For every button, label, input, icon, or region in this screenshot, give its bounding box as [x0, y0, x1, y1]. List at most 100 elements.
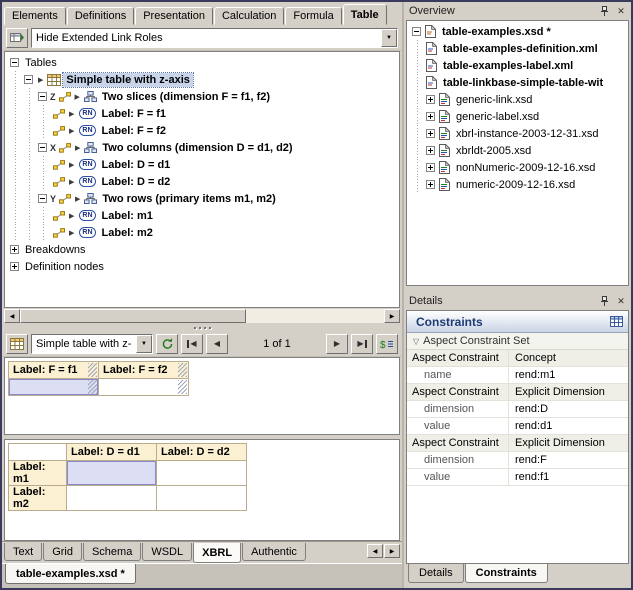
- z-header-f1[interactable]: Label: F = f1: [9, 362, 99, 379]
- hatch-pattern: [178, 380, 187, 394]
- scrollbar-track[interactable]: [20, 309, 384, 323]
- view-tab-wsdl[interactable]: WSDL: [142, 543, 192, 561]
- relationship-icon: [59, 143, 71, 153]
- tree-item-y-label-m2[interactable]: ▶ RN Label: m2: [5, 224, 399, 241]
- tree-item-y-breakdown[interactable]: Y ▶ Two rows (primary items m1, m2): [5, 190, 399, 207]
- pane-splitter[interactable]: [2, 324, 402, 331]
- table-select-dropdown[interactable]: Simple table with z- ▼: [31, 334, 153, 354]
- tree-item-tables[interactable]: Tables: [5, 54, 399, 71]
- tab-scroll-left-icon[interactable]: ◀: [367, 544, 383, 558]
- collapse-icon[interactable]: [10, 58, 19, 67]
- grid-icon[interactable]: [610, 316, 623, 327]
- z-cell-f1-selected[interactable]: [9, 379, 99, 396]
- tab-calculation[interactable]: Calculation: [214, 7, 284, 25]
- tree-item-x-label-d1[interactable]: ▶ RN Label: D = d1: [5, 156, 399, 173]
- overview-item-generic-label[interactable]: generic-label.xsd: [407, 108, 628, 125]
- view-tab-authentic[interactable]: Authentic: [242, 543, 306, 561]
- tree-item-definition-nodes[interactable]: Definition nodes: [5, 258, 399, 275]
- view-tab-text[interactable]: Text: [4, 543, 42, 561]
- tab-table[interactable]: Table: [343, 4, 387, 25]
- pin-icon[interactable]: [597, 5, 611, 18]
- scroll-right-icon[interactable]: ▶: [384, 309, 400, 323]
- aspect-constraint-set-group[interactable]: ▽ Aspect Constraint Set: [407, 333, 628, 350]
- tree-item-x-breakdown[interactable]: X ▶ Two columns (dimension D = d1, d2): [5, 139, 399, 156]
- overview-item-xbrldt[interactable]: xbrldt-2005.xsd: [407, 142, 628, 159]
- constraint-value: rend:d1: [509, 418, 628, 434]
- cell-m2-d2[interactable]: [157, 486, 247, 511]
- view-tab-xbrl[interactable]: XBRL: [193, 543, 241, 563]
- tree-item-z-label-f2[interactable]: ▶ RN Label: F = f2: [5, 122, 399, 139]
- expand-icon[interactable]: [426, 95, 435, 104]
- expand-icon[interactable]: [426, 146, 435, 155]
- overview-item-linkbase[interactable]: table-linkbase-simple-table-wit: [407, 74, 628, 91]
- tab-scroll-right-icon[interactable]: ▶: [384, 544, 400, 558]
- col-header-d2[interactable]: Label: D = d2: [157, 444, 247, 461]
- tab-definitions[interactable]: Definitions: [67, 7, 134, 25]
- expand-icon[interactable]: [10, 245, 19, 254]
- overview-item-numeric[interactable]: numeric-2009-12-16.xsd: [407, 176, 628, 193]
- constraint-key: dimension: [407, 401, 509, 417]
- tree-item-y-label-m1[interactable]: ▶ RN Label: m1: [5, 207, 399, 224]
- table-view-button[interactable]: [6, 334, 28, 354]
- scroll-left-icon[interactable]: ◀: [4, 309, 20, 323]
- previous-page-button[interactable]: ◀: [206, 334, 228, 354]
- overview-item-definition-xml[interactable]: table-examples-definition.xml: [407, 40, 628, 57]
- col-header-d1[interactable]: Label: D = d1: [67, 444, 157, 461]
- cell-m1-d1-selected[interactable]: [67, 461, 157, 486]
- overview-item-root[interactable]: table-examples.xsd *: [407, 23, 628, 40]
- overview-item-label-xml[interactable]: table-examples-label.xml: [407, 57, 628, 74]
- tree-item-x-label-d2[interactable]: ▶ RN Label: D = d2: [5, 173, 399, 190]
- link-roles-dropdown[interactable]: Hide Extended Link Roles ▼: [31, 28, 398, 48]
- view-tab-grid[interactable]: Grid: [43, 543, 82, 561]
- row-header-m2[interactable]: Label: m2: [9, 486, 67, 511]
- expand-icon[interactable]: [10, 262, 19, 271]
- expand-icon[interactable]: [426, 180, 435, 189]
- tree-horizontal-scrollbar[interactable]: ◀ ▶: [2, 308, 402, 324]
- scrollbar-thumb[interactable]: [20, 309, 246, 323]
- document-tab-active[interactable]: table-examples.xsd *: [5, 564, 136, 584]
- row-header-m1[interactable]: Label: m1: [9, 461, 67, 486]
- z-cell-f2[interactable]: [99, 379, 189, 396]
- last-page-button[interactable]: ▶: [351, 334, 373, 354]
- next-page-button[interactable]: ▶: [326, 334, 348, 354]
- arrow-icon: ▶: [38, 76, 43, 84]
- tree-item-simple-table[interactable]: ▶ Simple table with z-axis: [5, 71, 399, 88]
- refresh-button[interactable]: [156, 334, 178, 354]
- view-tab-schema[interactable]: Schema: [83, 543, 141, 561]
- collapse-icon[interactable]: [38, 143, 47, 152]
- tree-label: Label: m2: [99, 226, 156, 240]
- tree-item-breakdowns[interactable]: Breakdowns: [5, 241, 399, 258]
- expand-icon[interactable]: [426, 112, 435, 121]
- cell-m2-d1[interactable]: [67, 486, 157, 511]
- collapse-icon[interactable]: [412, 27, 421, 36]
- tab-presentation[interactable]: Presentation: [135, 7, 213, 25]
- cell-m1-d2[interactable]: [157, 461, 247, 486]
- close-icon[interactable]: ✕: [614, 5, 628, 18]
- show-constraints-button[interactable]: [376, 334, 398, 354]
- overview-item-xbrl-instance[interactable]: xbrl-instance-2003-12-31.xsd: [407, 125, 628, 142]
- z-header-f2[interactable]: Label: F = f2: [99, 362, 189, 379]
- overview-item-generic-link[interactable]: generic-link.xsd: [407, 91, 628, 108]
- collapse-icon[interactable]: [24, 75, 33, 84]
- chevron-down-icon[interactable]: ▼: [381, 29, 397, 47]
- expand-icon[interactable]: [426, 163, 435, 172]
- tab-formula[interactable]: Formula: [285, 7, 341, 25]
- expand-icon[interactable]: [426, 129, 435, 138]
- tab-elements[interactable]: Elements: [4, 7, 66, 25]
- xsd-document-icon: [439, 161, 450, 174]
- tab-constraints[interactable]: Constraints: [465, 564, 548, 583]
- close-icon[interactable]: ✕: [614, 295, 628, 308]
- extended-link-roles-button[interactable]: [6, 28, 28, 48]
- collapse-icon[interactable]: [38, 92, 47, 101]
- chevron-down-icon[interactable]: ▼: [136, 335, 152, 353]
- tree-label: Simple table with z-axis: [63, 73, 192, 87]
- first-page-button[interactable]: ◀: [181, 334, 203, 354]
- tree-item-z-breakdown[interactable]: Z ▶ Two slices (dimension F = f1, f2): [5, 88, 399, 105]
- collapse-icon[interactable]: [38, 194, 47, 203]
- pin-icon[interactable]: [597, 295, 611, 308]
- overview-label: table-examples.xsd *: [439, 25, 554, 39]
- overview-item-nonnumeric[interactable]: nonNumeric-2009-12-16.xsd: [407, 159, 628, 176]
- tab-details[interactable]: Details: [408, 564, 464, 583]
- table-icon: [47, 74, 61, 86]
- tree-item-z-label-f1[interactable]: ▶ RN Label: F = f1: [5, 105, 399, 122]
